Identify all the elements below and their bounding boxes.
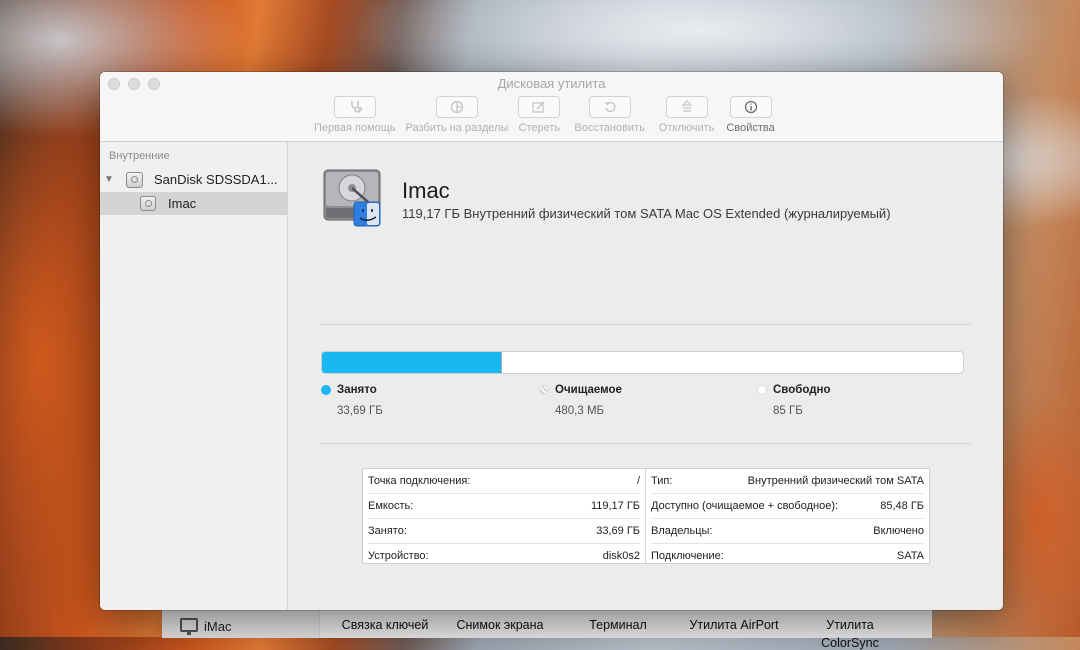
app-item[interactable]: Утилита ColorSync <box>782 610 918 650</box>
finder-sidebar-label: iMac <box>204 618 232 634</box>
volume-description: 119,17 ГБ Внутренний физический том SATA… <box>402 206 891 221</box>
disclosure-triangle-icon[interactable]: ▼ <box>104 174 114 185</box>
app-item[interactable]: Снимок экрана <box>450 610 550 650</box>
purgeable-dot-icon <box>539 385 549 395</box>
info-value: 119,17 ГБ <box>590 500 640 512</box>
imac-icon <box>180 618 198 635</box>
divider <box>320 443 971 444</box>
sidebar-volume-label: Imac <box>168 196 197 211</box>
toolbar-label: Стереть <box>518 122 561 134</box>
info-row: Владельцы: Включено <box>651 519 924 544</box>
app-item[interactable]: Связка ключей <box>320 610 450 650</box>
info-key: Занято: <box>368 525 407 537</box>
info-key: Устройство: <box>368 550 429 562</box>
sidebar: Внутренние ▼ SanDisk SDSSDA1... Imac <box>100 142 288 610</box>
info-value: Внутренний физический том SATA <box>747 475 924 487</box>
titlebar[interactable]: Дисковая утилита Первая помощь Разбить н… <box>100 72 1003 142</box>
legend-used-label: Занято <box>337 384 377 396</box>
partition-icon <box>435 96 478 118</box>
toolbar-label: Восстановить <box>574 122 645 134</box>
info-key: Тип: <box>651 475 673 487</box>
sidebar-disk-label: SanDisk SDSSDA1... <box>154 172 278 187</box>
sidebar-section-internal: Внутренние <box>109 150 170 162</box>
volume-title: Imac <box>402 178 450 203</box>
info-button[interactable]: Свойства <box>726 96 775 134</box>
app-label: Утилита <box>826 618 874 632</box>
legend-used: Занято 33,69 ГБ <box>321 384 383 417</box>
volume-details-pane: Imac 119,17 ГБ Внутренний физический том… <box>288 142 1003 610</box>
first-aid-button[interactable]: Первая помощь <box>314 96 396 134</box>
legend-free: Свободно 85 ГБ <box>757 384 831 417</box>
legend-used-value: 33,69 ГБ <box>337 405 383 417</box>
info-row: Занято: 33,69 ГБ <box>368 519 640 544</box>
info-row: Доступно (очищаемое + свободное): 85,48 Г… <box>651 494 924 519</box>
used-space-fill <box>322 352 503 373</box>
legend-purgeable-value: 480,3 МБ <box>555 405 605 417</box>
info-value: SATA <box>896 550 924 562</box>
info-column-left: Точка подключения: / Емкость: 119,17 ГБ За… <box>363 469 646 563</box>
legend-purgeable: Очищаемое 480,3 МБ <box>539 384 622 417</box>
background-finder-window: iMac Связка ключей Снимок экрана Термина… <box>162 609 932 650</box>
restore-button[interactable]: Восстановить <box>574 96 645 134</box>
finder-sidebar-item-imac[interactable]: iMac <box>162 610 320 638</box>
app-label: ColorSync <box>821 636 879 650</box>
sidebar-item-volume[interactable]: Imac <box>100 192 287 215</box>
window-title: Дисковая утилита <box>497 76 606 91</box>
info-row: Подключение: SATA <box>651 544 924 568</box>
info-value: 33,69 ГБ <box>596 525 640 537</box>
unmount-icon <box>665 96 708 118</box>
info-key: Владельцы: <box>651 525 713 537</box>
app-label: Терминал <box>589 618 647 632</box>
divider <box>320 324 971 325</box>
info-column-right: Тип: Внутренний физический том SATA Досту… <box>646 469 929 563</box>
erase-button[interactable]: Стереть <box>518 96 561 134</box>
legend-purgeable-label: Очищаемое <box>555 384 622 396</box>
info-value: / <box>636 475 640 487</box>
restore-icon <box>588 96 631 118</box>
toolbar: Первая помощь Разбить на разделы Стереть… <box>314 96 783 134</box>
used-dot-icon <box>321 385 331 395</box>
unmount-button[interactable]: Отключить <box>658 96 715 134</box>
info-key: Доступно (очищаемое + свободное): <box>651 500 839 512</box>
info-value: Включено <box>873 525 924 537</box>
toolbar-label: Первая помощь <box>314 122 396 134</box>
toolbar-label: Свойства <box>726 122 775 134</box>
partition-button[interactable]: Разбить на разделы <box>405 96 509 134</box>
storage-usage-bar <box>321 351 964 374</box>
info-row: Точка подключения: / <box>368 469 640 494</box>
info-key: Емкость: <box>368 500 414 512</box>
info-row: Емкость: 119,17 ГБ <box>368 494 640 519</box>
app-label: Снимок экрана <box>456 618 544 632</box>
app-item[interactable]: Терминал <box>550 610 686 650</box>
app-item[interactable]: Утилита AirPort <box>686 610 782 650</box>
disk-utility-window: Дисковая утилита Первая помощь Разбить н… <box>100 72 1003 610</box>
volume-info-table: Точка подключения: / Емкость: 119,17 ГБ За… <box>362 468 930 564</box>
info-row: Тип: Внутренний физический том SATA <box>651 469 924 494</box>
app-label: Связка ключей <box>341 618 429 632</box>
legend-free-value: 85 ГБ <box>773 405 803 417</box>
sidebar-item-disk[interactable]: ▼ SanDisk SDSSDA1... <box>100 168 287 191</box>
free-dot-icon <box>757 385 767 395</box>
app-label: Утилита AirPort <box>689 618 779 632</box>
toolbar-label: Отключить <box>658 122 715 134</box>
info-key: Подключение: <box>651 550 724 562</box>
volume-icon <box>140 196 156 211</box>
info-value: disk0s2 <box>602 550 640 562</box>
finder-app-list: Связка ключей Снимок экрана Терминал Ути… <box>320 610 918 650</box>
hard-disk-icon <box>126 171 143 188</box>
info-key: Точка подключения: <box>368 475 471 487</box>
erase-icon <box>518 96 561 118</box>
legend-free-label: Свободно <box>773 384 831 396</box>
internal-hard-drive-icon <box>323 169 381 227</box>
info-value: 85,48 ГБ <box>880 500 924 512</box>
info-icon <box>729 96 772 118</box>
stethoscope-icon <box>333 96 376 118</box>
toolbar-label: Разбить на разделы <box>405 122 509 134</box>
info-row: Устройство: disk0s2 <box>368 544 640 568</box>
